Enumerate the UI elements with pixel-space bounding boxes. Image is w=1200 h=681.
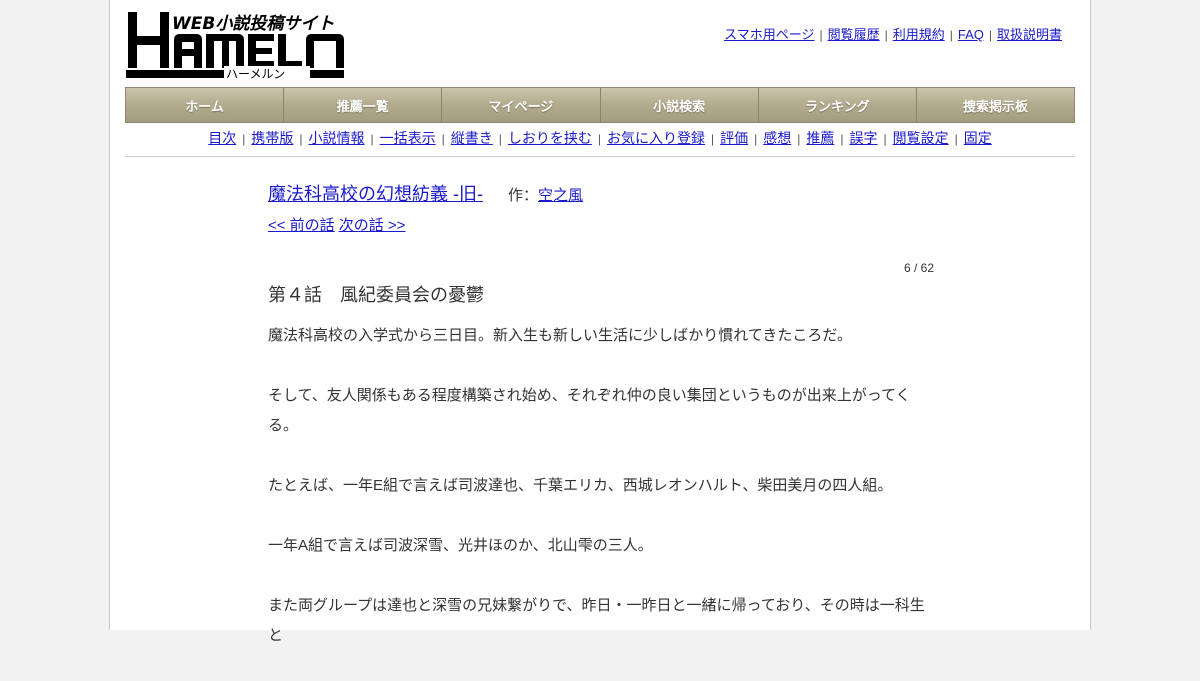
faq-link[interactable]: FAQ [958,27,984,42]
separator: | [242,132,246,146]
next-episode-link[interactable]: 次の話 >> [339,217,406,234]
novel-header: 魔法科高校の幻想紡義 -旧- 作：空之風 [268,180,934,210]
history-link[interactable]: 閲覧履歴 [828,27,880,42]
subnav-impressions[interactable]: 感想 [763,130,791,146]
author-link[interactable]: 空之風 [538,187,583,204]
separator: | [498,132,502,146]
novel-title-link[interactable]: 魔法科高校の幻想紡義 -旧- [268,184,483,204]
separator: | [954,132,958,146]
top-links: スマホ用ページ | 閲覧履歴 | 利用規約 | FAQ | 取扱説明書 [724,24,1062,43]
site-logo[interactable]: WEB小説投稿サイト ハーメルン [126,10,346,81]
page-container: WEB小説投稿サイト ハーメルン スマホ用ページ | 閲覧履歴 | 利用規約 | FAQ | 取… [109,0,1091,644]
separator: | [299,132,303,146]
paragraph: そして、友人関係もある程度構築され始め、それぞれ仲の良い集団というものが出来上が… [268,387,911,434]
separator: | [884,28,888,42]
subnav-bookmark[interactable]: しおりを挟む [508,130,592,146]
nav-bulletin-board[interactable]: 捜索掲示板 [916,88,1075,122]
subnav-typo[interactable]: 誤字 [850,130,878,146]
hameln-logo-icon: WEB小説投稿サイト ハーメルン [126,12,344,81]
manual-link[interactable]: 取扱説明書 [997,27,1062,42]
nav-search[interactable]: 小説検索 [600,88,759,122]
paragraph: また両グループは達也と深雪の兄妹繋がりで、昨日・一昨日と一緒に帰っており、その時… [268,597,925,644]
subnav-novel-info[interactable]: 小説情報 [309,130,365,146]
subnav-recommend[interactable]: 推薦 [806,130,834,146]
nav-mypage[interactable]: マイページ [442,88,601,122]
subnav-vertical[interactable]: 縦書き [451,130,493,146]
svg-text:ハーメルン: ハーメルン [226,67,285,80]
main-nav: ホーム 推薦一覧 マイページ 小説検索 ランキング 捜索掲示板 [125,87,1075,123]
separator: | [754,132,758,146]
prev-episode-link[interactable]: << 前の話 [268,217,335,234]
separator: | [819,28,823,42]
separator: | [988,28,992,42]
author-label: 作： [508,187,539,204]
subnav-toc[interactable]: 目次 [208,130,236,146]
separator: | [711,132,715,146]
episode-pager: << 前の話 次の話 >> [268,214,934,235]
separator: | [840,132,844,146]
smartphone-page-link[interactable]: スマホ用ページ [724,27,814,42]
subnav-view-settings[interactable]: 閲覧設定 [893,130,949,146]
subnav-favorite[interactable]: お気に入り登録 [607,130,705,146]
paragraph: 魔法科高校の入学式から三日目。新入生も新しい生活に少しばかり慣れてきたころだ。 [268,327,852,344]
paragraph: たとえば、一年E組で言えば司波達也、千葉エリカ、西城レオンハルト、柴田美月の四人… [268,477,893,494]
separator: | [949,28,953,42]
sub-nav: 目次 | 携帯版 | 小説情報 | 一括表示 | 縦書き | しおりを挟む | お気に入り登録 | 評価 | 感… [125,128,1075,157]
novel-content: 魔法科高校の幻想紡義 -旧- 作：空之風 << 前の話 次の話 >> 6 / 62… [268,180,934,681]
subnav-fixed[interactable]: 固定 [964,130,992,146]
paragraph: 一年A組で言えば司波深雪、光井ほのか、北山雫の三人。 [268,537,653,554]
separator: | [441,132,445,146]
nav-home[interactable]: ホーム [126,88,285,122]
separator: | [883,132,887,146]
svg-text:WEB小説投稿サイト: WEB小説投稿サイト [172,14,334,34]
chapter-title: 第４話 風紀委員会の憂鬱 [268,285,484,305]
subnav-mobile[interactable]: 携帯版 [251,130,293,146]
nav-ranking[interactable]: ランキング [758,88,917,122]
episode-progress: 6 / 62 [903,261,934,275]
separator: | [597,132,601,146]
nav-recommendations[interactable]: 推薦一覧 [284,88,443,122]
terms-link[interactable]: 利用規約 [893,27,945,42]
subnav-show-all[interactable]: 一括表示 [380,130,436,146]
separator: | [797,132,801,146]
subnav-rating[interactable]: 評価 [720,130,748,146]
separator: | [370,132,374,146]
chapter-body: 魔法科高校の入学式から三日目。新入生も新しい生活に少しばかり慣れてきたころだ。 … [268,321,934,651]
